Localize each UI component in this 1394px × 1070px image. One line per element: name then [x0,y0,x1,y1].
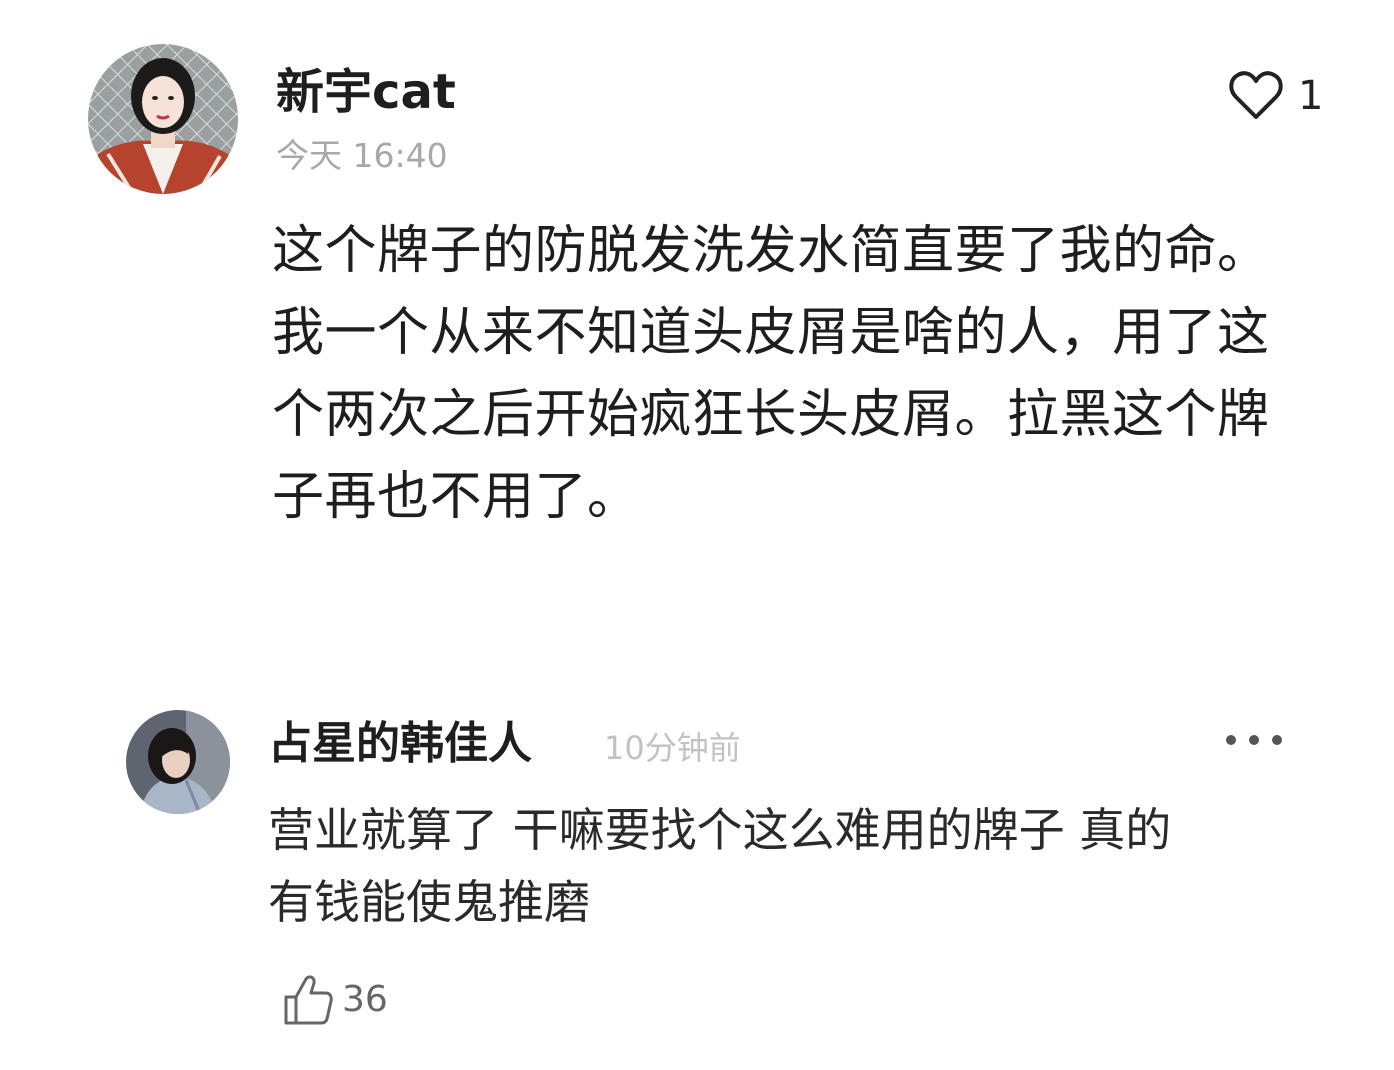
more-dots-icon[interactable] [1226,728,1282,752]
comment-text-line: 这个牌子的防脱发洗发水简直要了我的命。 [272,221,1270,281]
comment-item: 占星的韩佳人 10分钟前 营业就算了 干嘛要找个这么难用的牌子 真的 有钱能使鬼… [0,690,1394,1070]
avatar[interactable] [88,44,238,194]
avatar[interactable] [126,710,230,814]
comment-text-line: 个两次之后开始疯狂长头皮屑。拉黑这个牌 [272,385,1270,445]
like-button[interactable]: 36 [282,970,388,1030]
like-button[interactable]: 1 [1228,68,1323,124]
comment-text: 营业就算了 干嘛要找个这么难用的牌子 真的 有钱能使鬼推磨 [268,794,1318,938]
thumbs-up-icon [284,975,333,1025]
timestamp: 10分钟前 [604,729,741,767]
like-count: 1 [1298,73,1324,119]
username[interactable]: 占星的韩佳人 [268,716,532,772]
like-count: 36 [342,979,388,1020]
dot [1249,735,1259,745]
dot [1272,735,1282,745]
comment-text-line: 营业就算了 干嘛要找个这么难用的牌子 真的 [268,803,1172,857]
comment-text-line: 我一个从来不知道头皮屑是啥的人，用了这 [272,303,1270,363]
heart-outline-icon [1229,71,1283,119]
comment-text-line: 子再也不用了。 [272,467,640,527]
comment-text: 这个牌子的防脱发洗发水简直要了我的命。 我一个从来不知道头皮屑是啥的人，用了这 … [272,210,1332,538]
comment-text-line: 有钱能使鬼推磨 [268,875,590,929]
username[interactable]: 新宇cat [276,60,456,124]
timestamp: 今天 16:40 [276,136,448,175]
dot [1226,735,1236,745]
comment-item: 新宇cat 今天 16:40 1 这个牌子的防脱发洗发水简直要了我的命。 我一个… [0,0,1394,620]
